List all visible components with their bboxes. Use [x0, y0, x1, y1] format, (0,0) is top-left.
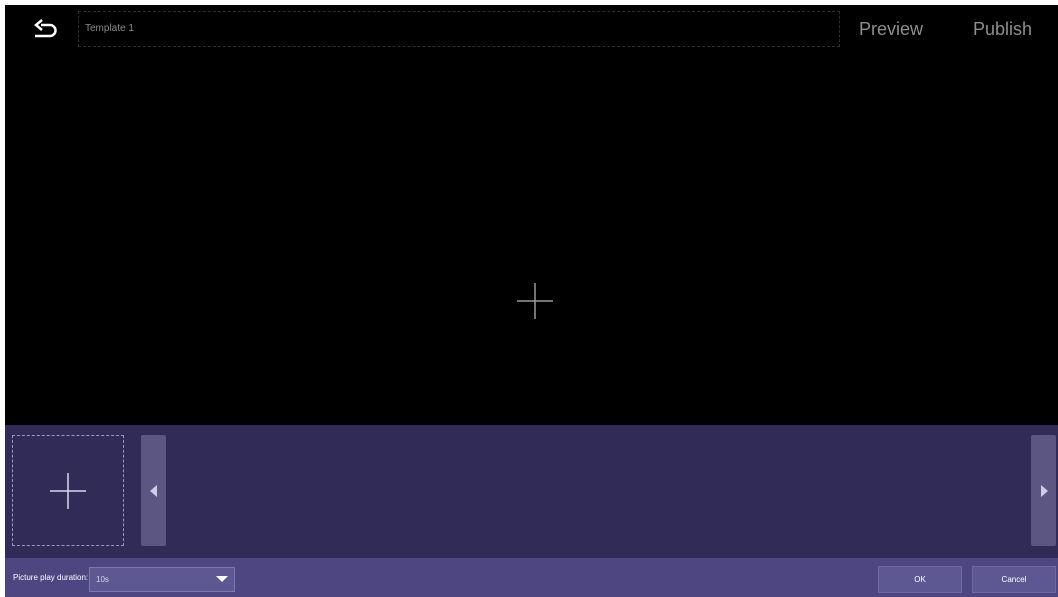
back-button[interactable] [30, 15, 60, 45]
preview-button[interactable]: Preview [859, 15, 923, 43]
chevron-down-icon [216, 576, 228, 582]
canvas-add-button[interactable] [515, 281, 555, 321]
cancel-button[interactable]: Cancel [972, 566, 1056, 593]
duration-value: 10s [96, 575, 109, 584]
plus-icon [517, 283, 553, 319]
add-picture-slot[interactable] [12, 435, 124, 546]
scroll-right-button[interactable] [1031, 435, 1056, 546]
caret-right-icon [1040, 484, 1048, 497]
plus-icon [50, 472, 86, 509]
thumbnail-strip [5, 425, 1058, 558]
duration-label: Picture play duration: [13, 573, 89, 582]
back-arrow-icon [34, 19, 57, 38]
bottom-bar: Picture play duration: 10s OK Cancel [5, 558, 1058, 597]
template-title-field[interactable]: Template 1 [78, 11, 840, 47]
ok-button[interactable]: OK [878, 566, 962, 593]
editor-window: Template 1 Preview Publish Picture play … [5, 5, 1058, 597]
publish-button[interactable]: Publish [973, 15, 1032, 43]
duration-select[interactable]: 10s [89, 567, 235, 592]
scroll-left-button[interactable] [141, 435, 166, 546]
caret-left-icon [149, 484, 157, 497]
